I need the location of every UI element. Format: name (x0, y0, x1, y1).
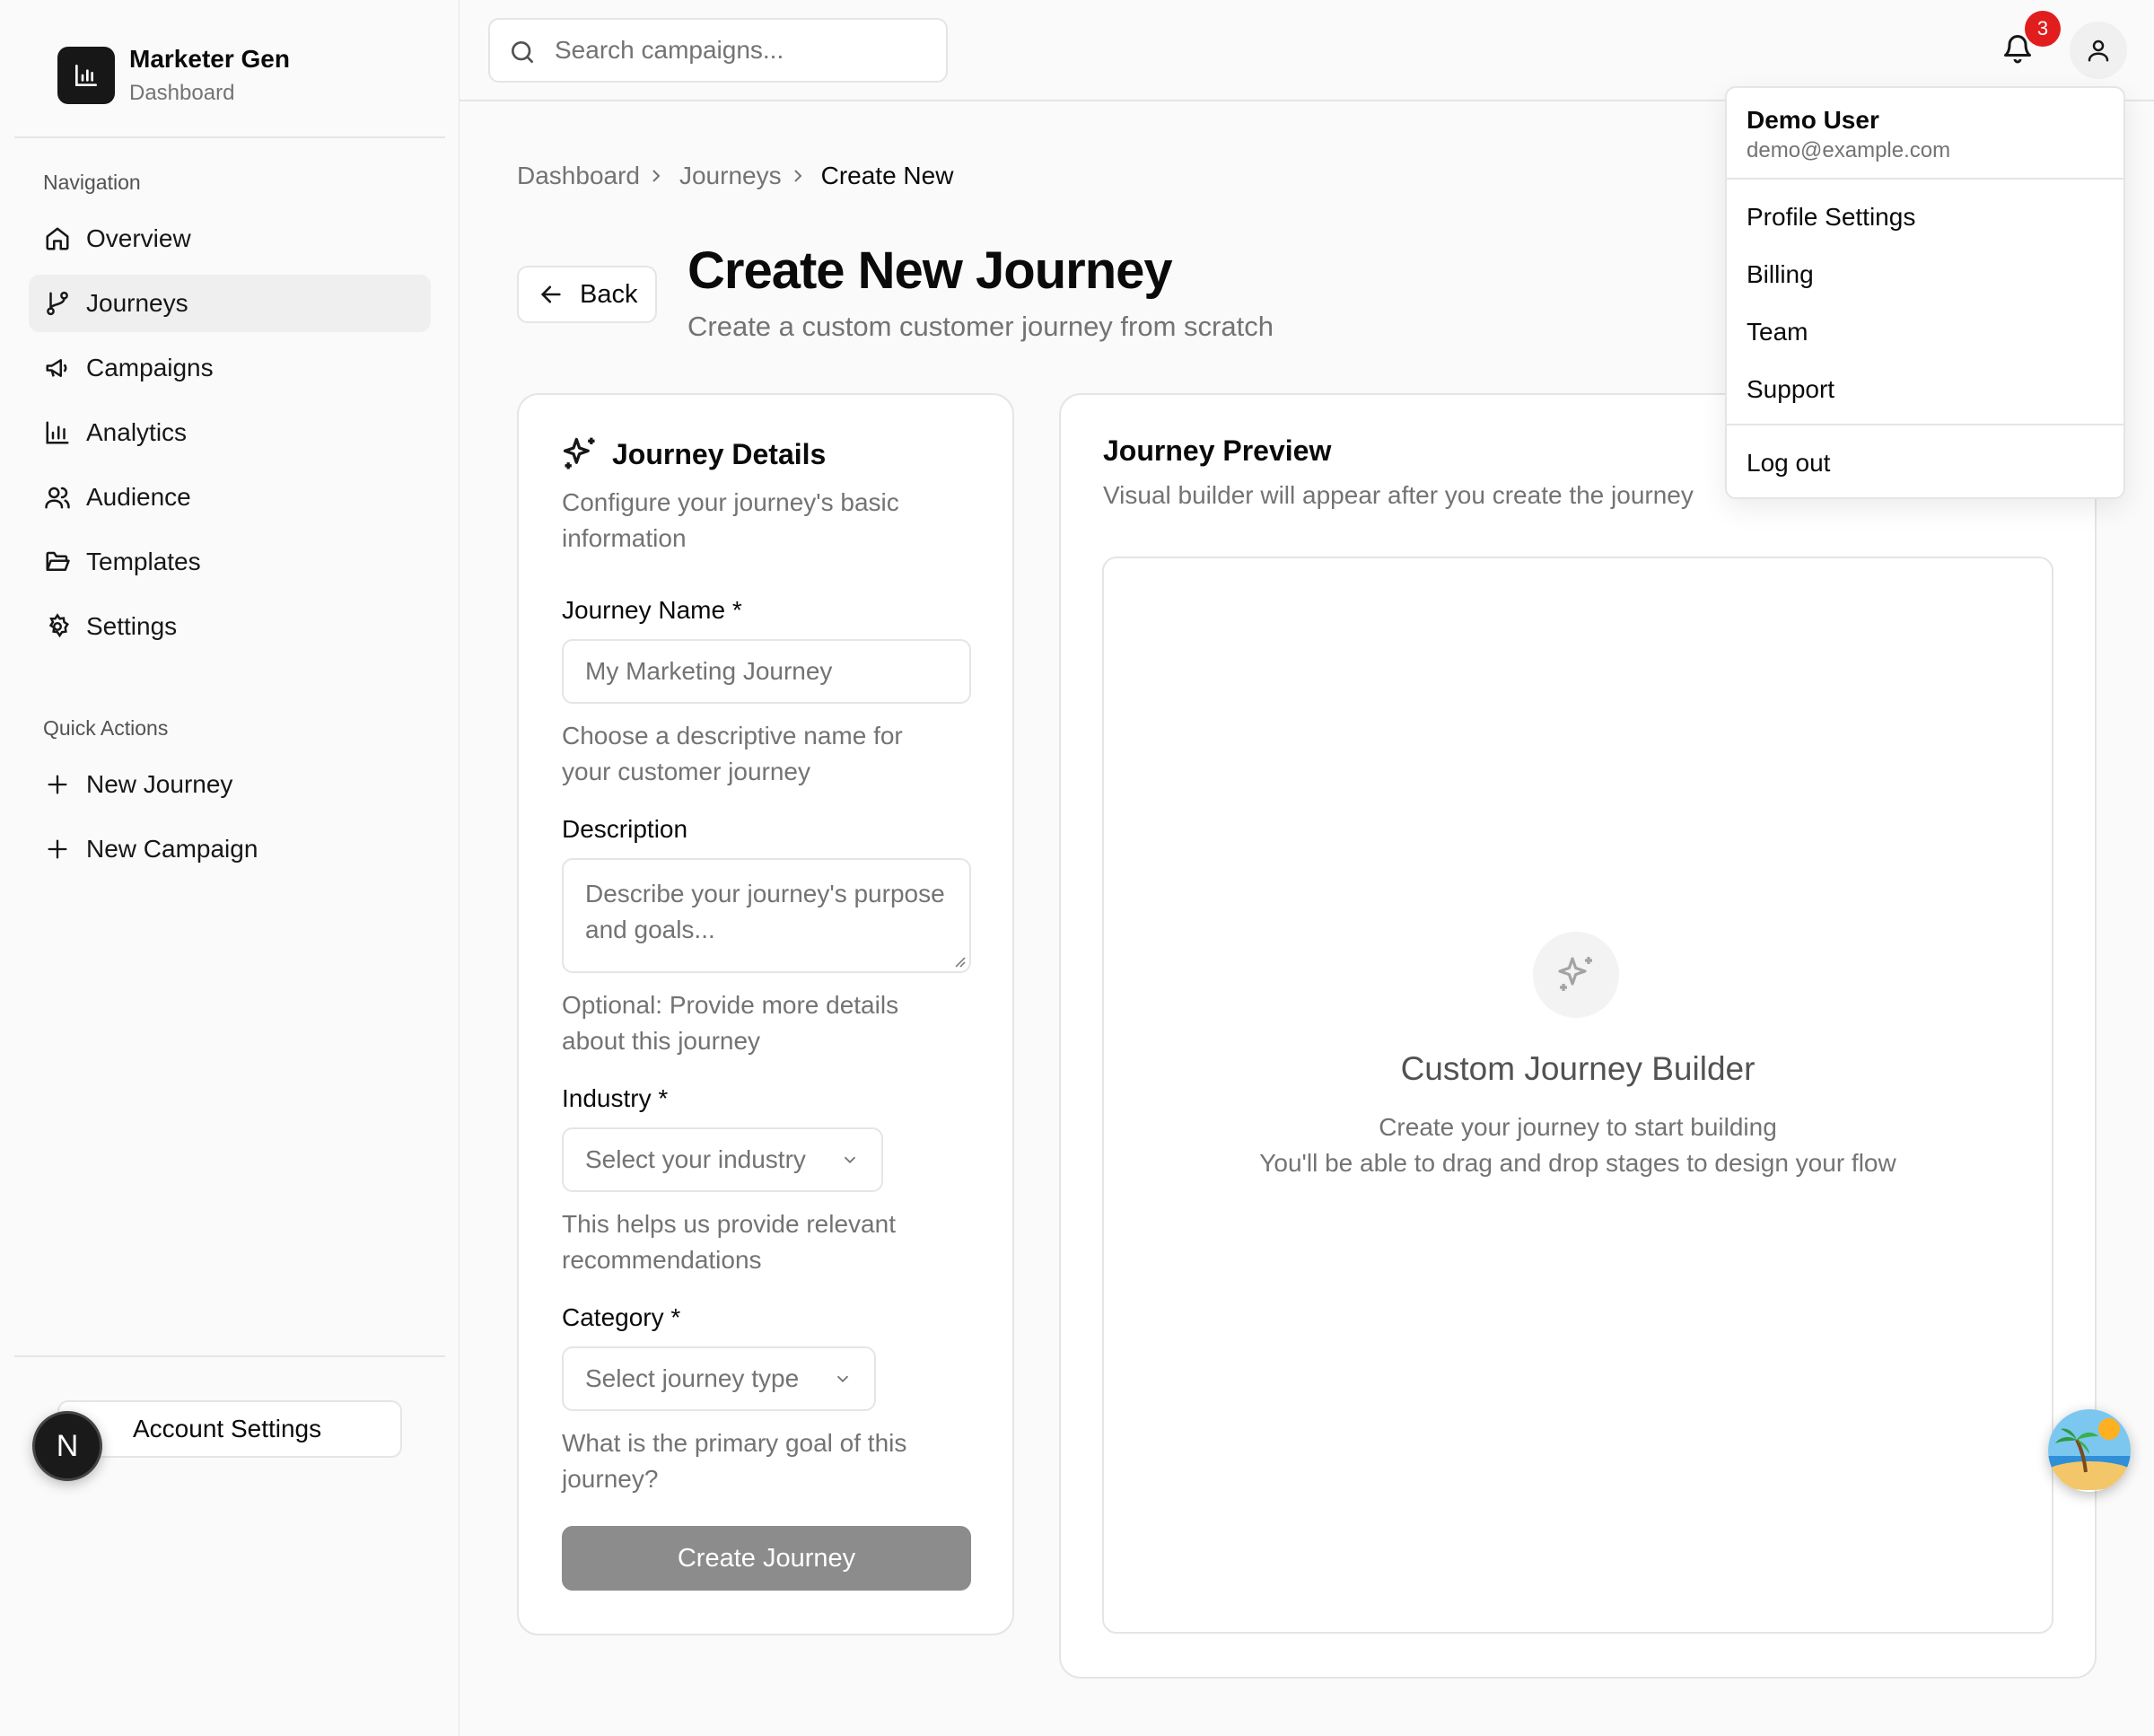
sidebar-item-label: Campaigns (86, 354, 214, 381)
sidebar-item-label: Templates (86, 548, 201, 575)
quick-action-label: New Journey (86, 770, 233, 798)
sidebar-item-audience[interactable]: Audience (29, 469, 431, 526)
sidebar-item-label: Journeys (86, 289, 188, 317)
back-button[interactable]: Back (517, 266, 657, 323)
industry-label: Industry * (562, 1084, 669, 1112)
journey-preview-description: Visual builder will appear after you cre… (1103, 481, 1694, 509)
sidebar-item-journeys[interactable]: Journeys (29, 275, 431, 332)
home-icon (43, 224, 72, 253)
beach-widget-icon[interactable] (2048, 1409, 2131, 1492)
page-subtitle: Create a custom customer journey from sc… (687, 311, 1274, 342)
chevron-down-icon (840, 1150, 860, 1170)
quick-actions-label: Quick Actions (43, 716, 169, 740)
chevron-right-icon (791, 167, 805, 185)
category-select-value: Select journey type (585, 1364, 800, 1392)
sidebar-item-analytics[interactable]: Analytics (29, 404, 431, 461)
journey-name-label: Journey Name * (562, 596, 742, 624)
user-menu-button[interactable] (2070, 22, 2127, 79)
search-icon (508, 38, 537, 66)
builder-empty-line-2: You'll be able to drag and drop stages t… (1259, 1149, 1896, 1177)
menu-item-profile-settings[interactable]: Profile Settings (1736, 190, 2116, 244)
sidebar-item-label: Settings (86, 612, 178, 640)
industry-help: This helps us provide relevant recommend… (562, 1210, 896, 1274)
builder-empty-line-1: Create your journey to start building (1379, 1113, 1777, 1141)
brand-subtitle: Dashboard (129, 81, 235, 105)
journey-details-title: Journey Details (612, 438, 827, 470)
breadcrumb-dashboard[interactable]: Dashboard (517, 162, 640, 190)
user-menu-dropdown: Demo User demo@example.com Profile Setti… (1725, 86, 2125, 499)
menu-item-support[interactable]: Support (1736, 363, 2116, 416)
nav-section-label: Navigation (43, 171, 141, 194)
sidebar-item-label: Overview (86, 224, 191, 252)
brand-logo-icon[interactable] (57, 47, 115, 104)
description-textarea[interactable]: Describe your journey's purpose and goal… (562, 858, 971, 973)
folder-open-icon (43, 548, 72, 576)
menu-item-team[interactable]: Team (1736, 305, 2116, 359)
builder-empty-title: Custom Journey Builder (1400, 1050, 1756, 1087)
git-branch-icon (43, 289, 72, 318)
description-help: Optional: Provide more details about thi… (562, 991, 899, 1055)
sidebar: Marketer Gen Dashboard Navigation Overvi… (0, 0, 460, 1736)
create-journey-button[interactable]: Create Journey (562, 1526, 971, 1591)
plus-icon (43, 770, 72, 799)
dev-tools-badge[interactable]: N (32, 1411, 102, 1481)
account-settings-button[interactable]: Account Settings (57, 1400, 402, 1458)
resize-handle-icon[interactable] (951, 953, 966, 968)
journey-preview-title: Journey Preview (1103, 434, 1332, 467)
user-email: demo@example.com (1747, 138, 1951, 162)
user-icon (2085, 37, 2112, 64)
user-name: Demo User (1747, 106, 1879, 134)
users-icon (43, 483, 72, 512)
sidebar-item-label: Analytics (86, 418, 188, 446)
builder-canvas (1102, 557, 2053, 1634)
journey-name-input[interactable]: My Marketing Journey (562, 639, 971, 704)
notification-count-badge: 3 (2025, 11, 2061, 47)
menu-divider (1727, 424, 2123, 425)
gear-icon (43, 612, 72, 641)
category-select[interactable]: Select journey type (562, 1346, 876, 1411)
search-placeholder: Search campaigns... (555, 36, 784, 64)
breadcrumb-current: Create New (820, 162, 954, 189)
quick-action-new-journey[interactable]: New Journey (29, 756, 431, 813)
sidebar-item-settings[interactable]: Settings (29, 598, 431, 655)
sidebar-item-templates[interactable]: Templates (29, 533, 431, 591)
brand-name: Marketer Gen (129, 45, 290, 73)
journey-details-description: Configure your journey's basic informati… (562, 488, 899, 552)
breadcrumb: Dashboard Journeys Create New (517, 162, 953, 190)
breadcrumb-journeys[interactable]: Journeys (679, 162, 782, 190)
plus-icon (43, 835, 72, 864)
bar-chart-icon (43, 418, 72, 447)
industry-select-value: Select your industry (585, 1145, 806, 1173)
megaphone-icon (43, 354, 72, 382)
search-input[interactable]: Search campaigns... (488, 18, 948, 83)
page-title: Create New Journey (687, 241, 1173, 300)
quick-action-new-campaign[interactable]: New Campaign (29, 820, 431, 878)
arrow-left-icon (538, 282, 564, 307)
chevron-down-icon (833, 1369, 853, 1389)
account-settings-label: Account Settings (133, 1415, 322, 1442)
back-label: Back (580, 279, 638, 309)
chevron-right-icon (649, 167, 663, 185)
journey-name-help: Choose a descriptive name for your custo… (562, 722, 903, 785)
sparkles-icon (560, 434, 600, 474)
sparkles-icon (1533, 932, 1619, 1018)
category-help: What is the primary goal of this journey… (562, 1429, 907, 1493)
industry-select[interactable]: Select your industry (562, 1127, 883, 1192)
journey-name-placeholder: My Marketing Journey (585, 657, 833, 685)
sidebar-item-campaigns[interactable]: Campaigns (29, 339, 431, 397)
sidebar-item-label: Audience (86, 483, 191, 511)
description-placeholder: Describe your journey's purpose and goal… (585, 880, 945, 943)
menu-divider (1727, 178, 2123, 180)
description-label: Description (562, 815, 688, 843)
menu-item-billing[interactable]: Billing (1736, 248, 2116, 302)
sidebar-item-overview[interactable]: Overview (29, 210, 431, 267)
menu-item-logout[interactable]: Log out (1736, 436, 2116, 490)
sidebar-divider (14, 136, 445, 138)
category-label: Category * (562, 1303, 681, 1331)
quick-action-label: New Campaign (86, 835, 258, 863)
sidebar-footer-divider (14, 1355, 445, 1357)
